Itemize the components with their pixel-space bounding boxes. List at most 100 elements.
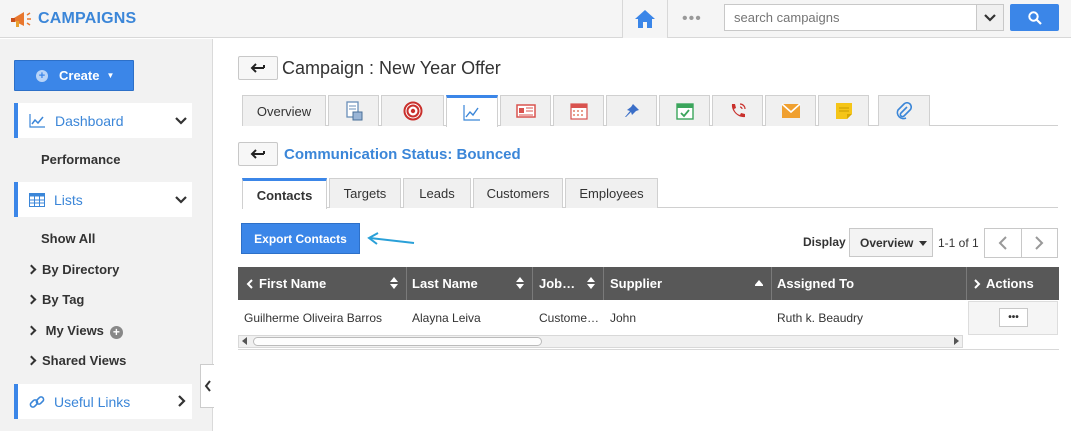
grid-header: First Name Last Name Job… Supplier Assig… [238, 267, 1059, 300]
column-header-first-name[interactable]: First Name [238, 267, 407, 300]
sidebar-subitem-my-views[interactable]: My Views + [28, 323, 123, 339]
column-label: Supplier [610, 276, 663, 291]
add-view-icon[interactable]: + [109, 326, 123, 339]
calendar-icon [569, 103, 588, 120]
record-type-tabs: Contacts Targets Leads Customers Employe… [242, 178, 1058, 209]
search-options-dropdown[interactable] [976, 5, 1003, 30]
search-input[interactable] [725, 5, 977, 30]
back-button[interactable] [238, 56, 278, 80]
chevron-right-icon [178, 395, 186, 407]
cell-assigned-to[interactable]: Ruth k. Beaudry [777, 301, 863, 335]
tab-mail[interactable] [765, 95, 816, 126]
cell-job[interactable]: Custome… [539, 301, 599, 335]
back-arrow-icon [250, 149, 265, 159]
export-contacts-button[interactable]: Export Contacts [241, 223, 360, 254]
tab-overview[interactable]: Overview [242, 95, 326, 126]
create-button[interactable]: + Create ▼ [14, 60, 134, 91]
prev-page-button[interactable] [985, 229, 1022, 257]
cell-actions: ••• [968, 301, 1058, 335]
column-label: First Name [259, 276, 327, 291]
column-header-assigned-to[interactable]: Assigned To [772, 267, 967, 300]
create-label: Create [59, 68, 100, 83]
home-button[interactable] [622, 0, 668, 38]
row-actions-button[interactable]: ••• [999, 308, 1028, 327]
sidebar-item-useful-links[interactable]: Useful Links [14, 384, 192, 419]
tab-analytics[interactable] [446, 95, 498, 127]
tab-documents[interactable] [328, 95, 379, 126]
table-icon [29, 192, 45, 207]
pagination-controls [984, 228, 1058, 258]
chevron-down-icon [175, 117, 187, 125]
task-check-icon [675, 103, 694, 120]
chevron-left-icon [246, 278, 253, 289]
tab-news[interactable] [500, 95, 551, 126]
sidebar-subitem-by-directory[interactable]: By Directory [28, 262, 119, 277]
sidebar-subitem-show-all[interactable]: Show All [41, 231, 95, 246]
sidebar: + Create ▼ Dashboard Performance Lists S… [0, 39, 214, 431]
cell-supplier[interactable]: John [610, 301, 636, 335]
sidebar-subitem-shared-views[interactable]: Shared Views [28, 353, 126, 368]
pagination-info: 1-1 of 1 [938, 236, 979, 250]
tab-notes[interactable] [818, 95, 869, 126]
app-title: CAMPAIGNS [38, 10, 137, 27]
column-header-actions[interactable]: Actions [967, 267, 1059, 300]
tab-targets[interactable] [381, 95, 444, 126]
chevron-down-icon [175, 196, 187, 204]
tab-attachments[interactable] [878, 95, 930, 126]
scroll-right-arrow-icon[interactable] [954, 337, 959, 345]
pin-icon [624, 104, 639, 117]
megaphone-icon [11, 12, 31, 27]
tab-label: Overview [256, 103, 312, 119]
subtab-contacts[interactable]: Contacts [242, 178, 327, 209]
search-icon [1027, 10, 1042, 25]
subtab-employees[interactable]: Employees [565, 178, 658, 208]
display-value: Overview [860, 235, 914, 250]
horizontal-scrollbar[interactable] [238, 335, 963, 348]
column-label: Assigned To [777, 276, 855, 291]
chart-icon [463, 104, 480, 121]
sidebar-item-label: Lists [54, 191, 83, 208]
subtab-leads[interactable]: Leads [403, 178, 471, 208]
column-header-job[interactable]: Job… [533, 267, 604, 300]
display-select[interactable]: Overview [849, 228, 933, 257]
link-icon [29, 395, 45, 408]
search-button[interactable] [1010, 4, 1059, 31]
chevron-right-icon [1035, 236, 1044, 250]
cell-first-name[interactable]: Guilherme Oliveira Barros [244, 301, 382, 335]
subtab-targets[interactable]: Targets [329, 178, 401, 208]
cell-last-name[interactable]: Alayna Leiva [412, 301, 481, 335]
grid-divider [238, 349, 1059, 350]
sidebar-subitem-performance[interactable]: Performance [41, 152, 120, 167]
sort-ascending-icon [755, 280, 763, 286]
caret-down-icon: ▼ [106, 71, 115, 80]
chevron-left-icon [998, 236, 1007, 250]
tab-calls[interactable] [712, 95, 763, 126]
tab-calendar[interactable] [553, 95, 604, 126]
app-logo[interactable]: CAMPAIGNS [10, 7, 136, 31]
sidebar-item-lists[interactable]: Lists [14, 182, 192, 217]
sidebar-item-dashboard[interactable]: Dashboard [14, 103, 192, 138]
sidebar-subitem-by-tag[interactable]: By Tag [28, 292, 84, 307]
scroll-left-arrow-icon[interactable] [242, 337, 247, 345]
column-header-last-name[interactable]: Last Name [407, 267, 533, 300]
tab-pins[interactable] [606, 95, 657, 126]
paperclip-icon [896, 102, 912, 120]
more-apps-button[interactable]: ••• [682, 10, 702, 28]
scrollbar-thumb[interactable] [253, 337, 542, 346]
collapse-sidebar-button[interactable] [200, 364, 214, 408]
column-label: Last Name [412, 276, 478, 291]
next-page-button[interactable] [1022, 229, 1058, 257]
subtab-customers[interactable]: Customers [473, 178, 563, 208]
back-arrow-icon [250, 63, 265, 73]
column-label: Actions [986, 276, 1034, 291]
chevron-right-icon [974, 278, 981, 289]
page-title: Campaign : New Year Offer [282, 58, 501, 78]
section-back-button[interactable] [238, 142, 278, 166]
home-icon [635, 10, 655, 28]
sidebar-item-label: Useful Links [54, 393, 131, 410]
column-header-supplier[interactable]: Supplier [604, 267, 772, 300]
top-bar: CAMPAIGNS ••• [0, 0, 1071, 38]
table-row[interactable]: Guilherme Oliveira Barros Alayna Leiva C… [238, 301, 1059, 335]
tab-tasks[interactable] [659, 95, 710, 126]
pointer-arrow-icon [367, 232, 415, 245]
